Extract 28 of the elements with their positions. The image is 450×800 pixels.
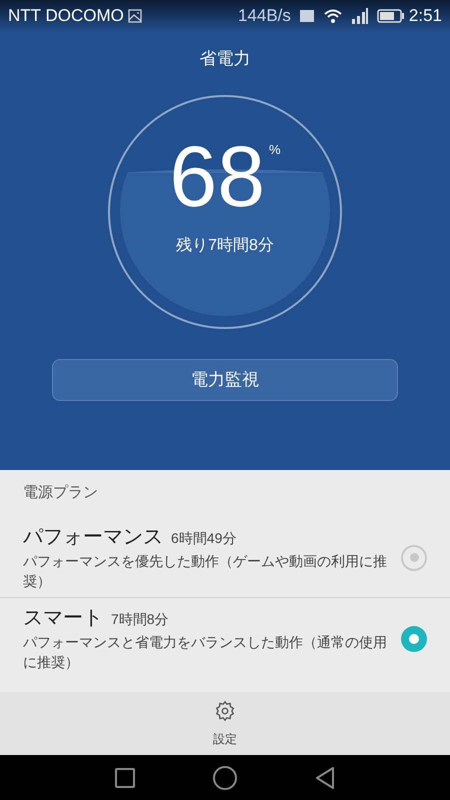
network-speed: 144B/s (238, 5, 291, 28)
plan-time: 7時間8分 (111, 610, 169, 628)
settings-icon (214, 700, 236, 722)
signal-icon (350, 8, 369, 24)
clock: 2:51 (408, 5, 442, 28)
settings-button[interactable]: 設定 (0, 692, 450, 755)
plan-option[interactable]: スマート 7時間8分 パフォーマンスと省電力をバランスした動作（通常の使用に推奨） (0, 596, 450, 678)
home-icon[interactable] (213, 766, 237, 790)
carrier-name: NTT DOCOMO (8, 5, 124, 28)
screen-title: 省電力 (200, 48, 250, 70)
battery-icon (376, 9, 405, 23)
percent-sign: % (269, 140, 281, 158)
image-icon (128, 9, 142, 23)
plan-description: パフォーマンスと省電力をバランスした動作（通常の使用に推奨） (23, 632, 388, 672)
wifi-icon (322, 8, 343, 24)
back-icon[interactable] (315, 766, 335, 788)
plan-description: パフォーマンスを優先した動作（ゲームや動画の利用に推奨） (23, 552, 388, 590)
battery-percentage: 68 (169, 134, 266, 220)
plan-time: 6時間49分 (171, 528, 236, 548)
section-label: 電源プラン (22, 483, 99, 503)
radio-button[interactable] (401, 544, 427, 570)
plan-name: パフォーマンス (23, 524, 163, 548)
plan-option[interactable]: パフォーマンス 6時間49分 パフォーマンスを優先した動作（ゲームや動画の利用に推奨） (0, 516, 450, 596)
power-monitor-button[interactable]: 電力監視 (52, 358, 398, 400)
square-icon[interactable] (115, 768, 135, 788)
remaining-time: 残り7時間8分 (176, 236, 274, 256)
radio-button[interactable] (401, 626, 427, 652)
plan-name: スマート (23, 606, 103, 630)
